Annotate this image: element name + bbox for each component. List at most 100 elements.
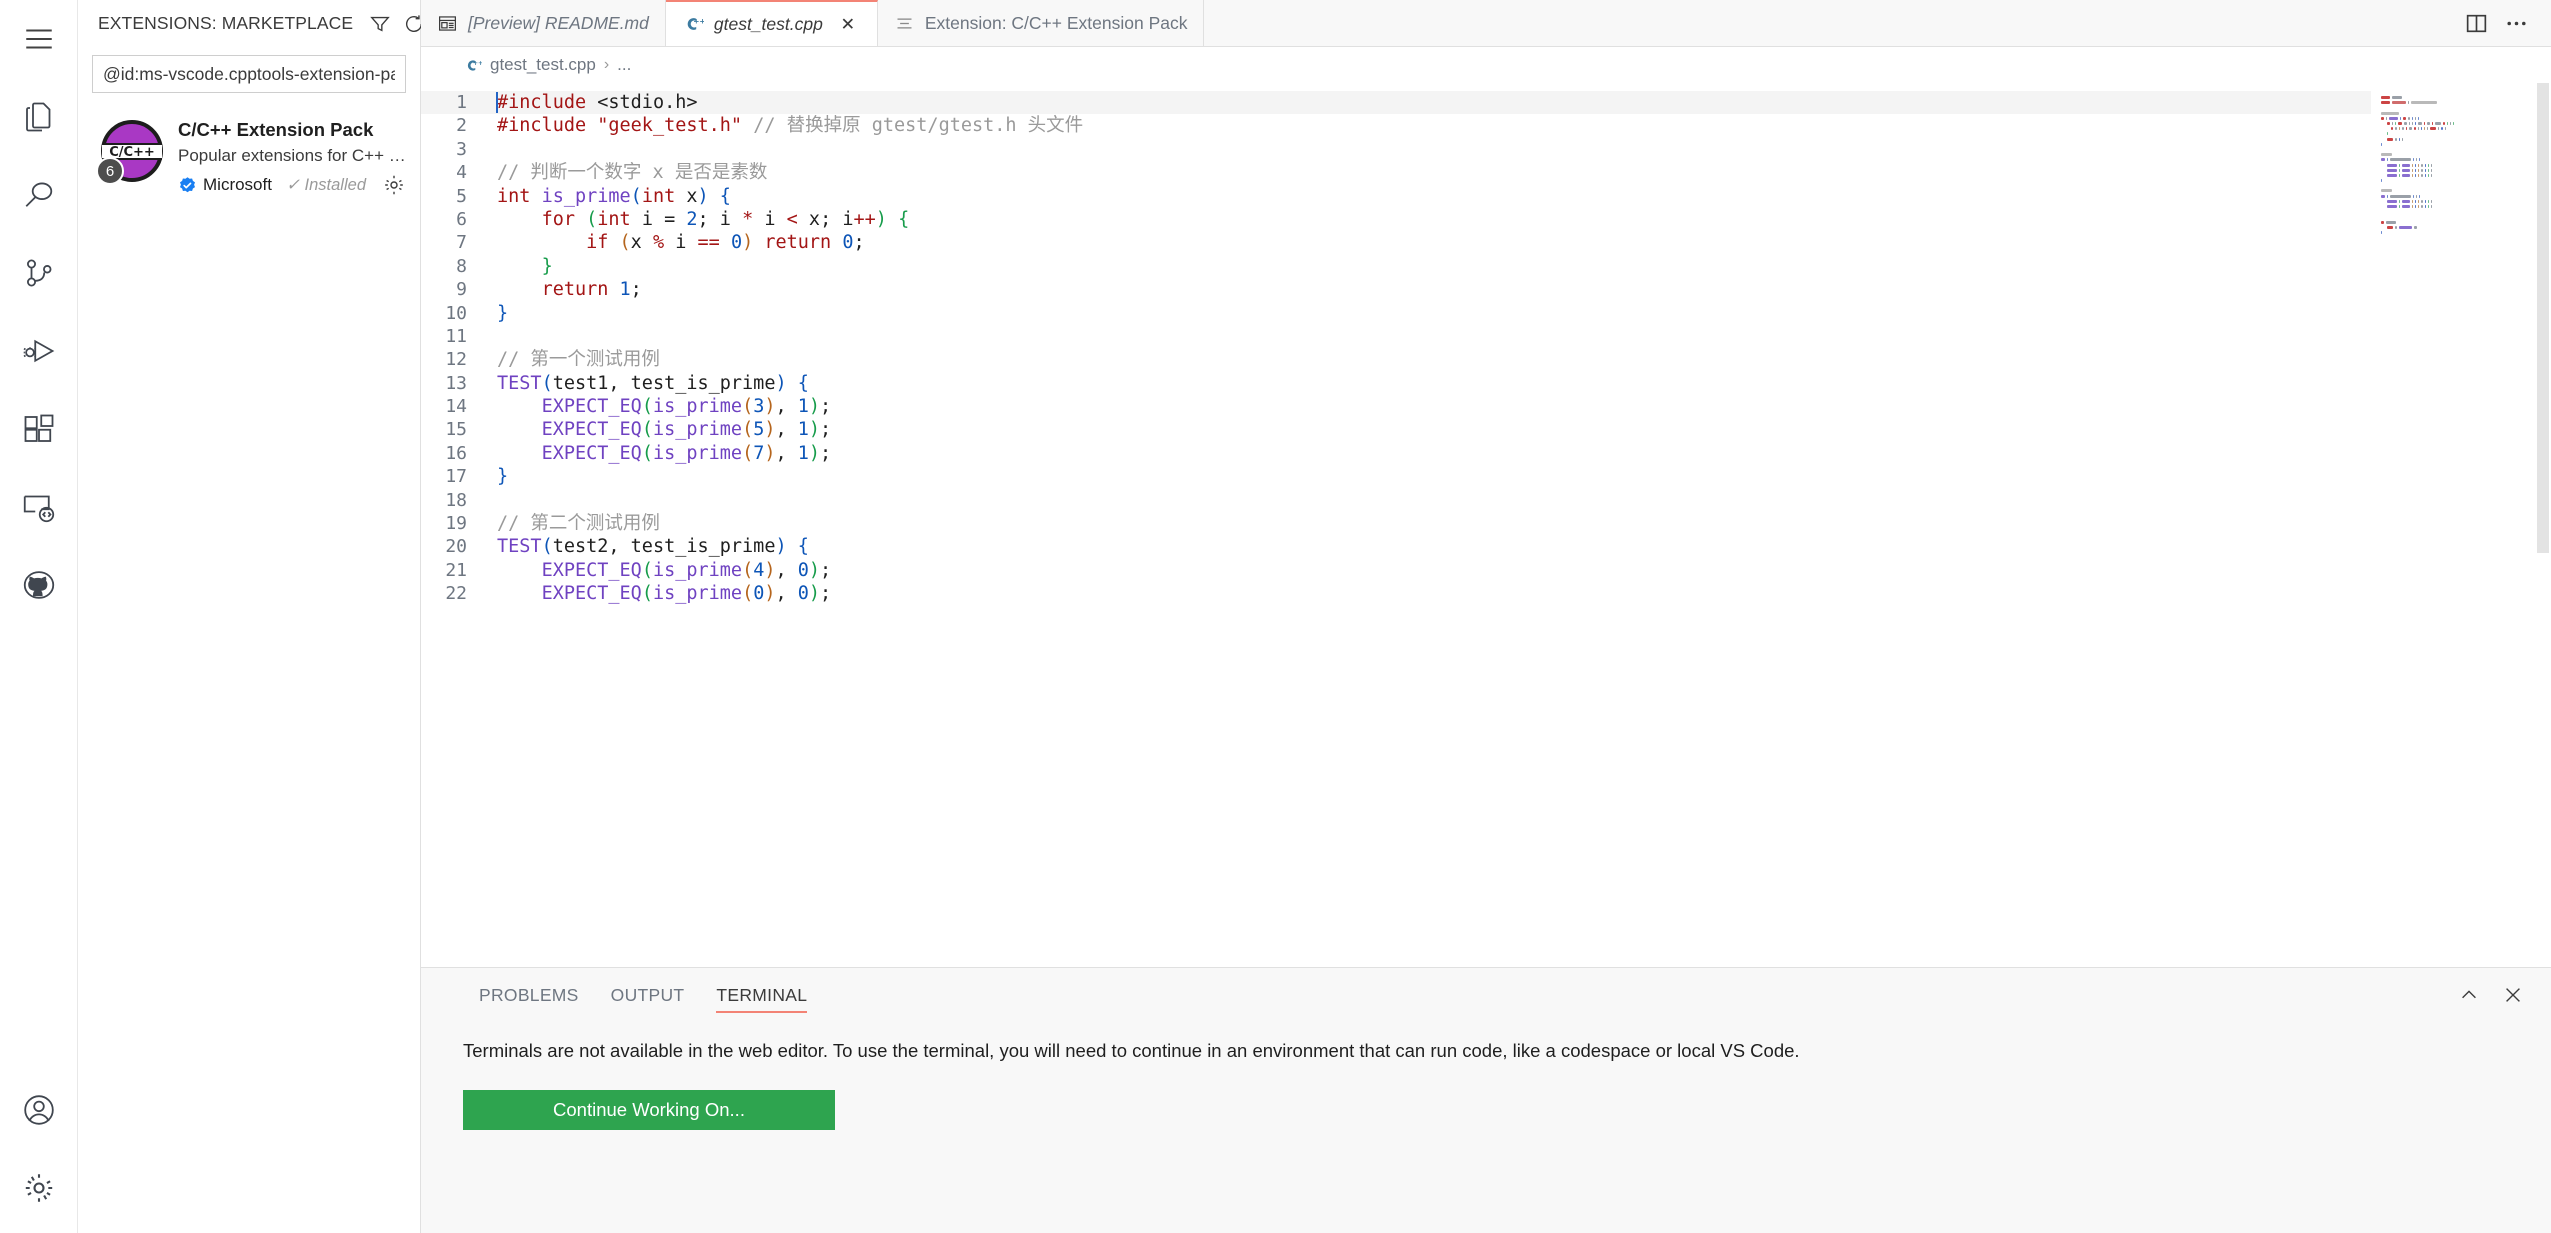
- code-token: [497, 279, 542, 300]
- code-line[interactable]: 15 EXPECT_EQ(is_prime(5), 1);: [421, 418, 2371, 441]
- more-actions-ellipsis-icon[interactable]: [2499, 6, 2533, 40]
- manage-extension-gear-icon[interactable]: [382, 173, 406, 197]
- code-lines[interactable]: 1#include <stdio.h>2#include "geek_test.…: [421, 83, 2371, 606]
- split-editor-icon[interactable]: [2459, 6, 2493, 40]
- svg-text:++: ++: [473, 60, 482, 67]
- minimap-segment: [2424, 122, 2425, 125]
- tab-extension-details[interactable]: Extension: C/C++ Extension Pack: [878, 0, 1205, 46]
- breadcrumb-overflow[interactable]: ...: [617, 55, 631, 75]
- line-content[interactable]: }: [489, 302, 508, 325]
- code-line[interactable]: 10}: [421, 302, 2371, 325]
- code-token: ): [809, 560, 820, 581]
- line-content[interactable]: EXPECT_EQ(is_prime(7), 1);: [489, 442, 831, 465]
- code-line[interactable]: 11: [421, 325, 2371, 348]
- code-line[interactable]: 5int is_prime(int x) {: [421, 185, 2371, 208]
- code-line[interactable]: 19// 第二个测试用例: [421, 512, 2371, 535]
- tab-problems[interactable]: PROBLEMS: [463, 968, 595, 1022]
- line-content[interactable]: // 第二个测试用例: [489, 512, 660, 535]
- code-token: [530, 186, 541, 207]
- line-content[interactable]: EXPECT_EQ(is_prime(4), 0);: [489, 559, 831, 582]
- code-token: 7: [753, 443, 764, 464]
- minimap-segment: [2381, 143, 2382, 146]
- source-control-icon[interactable]: [0, 234, 78, 312]
- line-content[interactable]: for (int i = 2; i * i < x; i++) {: [489, 208, 909, 231]
- filter-icon[interactable]: [365, 9, 395, 39]
- close-icon[interactable]: [2497, 979, 2529, 1011]
- code-line[interactable]: 2#include "geek_test.h" // 替换掉原 gtest/gt…: [421, 114, 2371, 137]
- line-content[interactable]: EXPECT_EQ(is_prime(3), 1);: [489, 395, 831, 418]
- continue-working-on-button[interactable]: Continue Working On...: [463, 1090, 835, 1130]
- line-content[interactable]: // 判断一个数字 x 是否是素数: [489, 161, 767, 184]
- extension-icon: C/C++ 6: [100, 119, 164, 183]
- search-icon[interactable]: [0, 156, 78, 234]
- code-editor-viewport[interactable]: 1#include <stdio.h>2#include "geek_test.…: [421, 83, 2371, 967]
- code-token: [675, 209, 686, 230]
- code-line[interactable]: 4// 判断一个数字 x 是否是素数: [421, 161, 2371, 184]
- code-token: [753, 232, 764, 253]
- menu-icon[interactable]: [0, 0, 78, 78]
- run-debug-icon[interactable]: [0, 312, 78, 390]
- tab-gtest-test-cpp[interactable]: ++ gtest_test.cpp ✕: [666, 0, 878, 46]
- line-content[interactable]: return 1;: [489, 278, 642, 301]
- line-content[interactable]: TEST(test1, test_is_prime) {: [489, 372, 809, 395]
- tab-terminal[interactable]: TERMINAL: [700, 968, 823, 1022]
- files-icon[interactable]: [0, 78, 78, 156]
- minimap[interactable]: [2371, 83, 2551, 967]
- minimap-segment: [2415, 205, 2416, 208]
- line-number: 21: [421, 559, 489, 582]
- code-token: ): [764, 583, 775, 604]
- line-content[interactable]: }: [489, 255, 553, 278]
- list-item[interactable]: C/C++ 6 C/C++ Extension Pack Popular ext…: [78, 115, 420, 197]
- scrollbar-thumb[interactable]: [2537, 83, 2549, 553]
- code-token: 1: [798, 443, 809, 464]
- code-line[interactable]: 1#include <stdio.h>: [421, 91, 2371, 114]
- code-line[interactable]: 3: [421, 138, 2371, 161]
- extensions-search-input[interactable]: [92, 55, 406, 93]
- code-line[interactable]: 14 EXPECT_EQ(is_prime(3), 1);: [421, 395, 2371, 418]
- account-icon[interactable]: [0, 1071, 78, 1149]
- code-line[interactable]: 20TEST(test2, test_is_prime) {: [421, 535, 2371, 558]
- code-token: ;: [631, 279, 642, 300]
- chevron-up-icon[interactable]: [2453, 979, 2485, 1011]
- code-line[interactable]: 21 EXPECT_EQ(is_prime(4), 0);: [421, 559, 2371, 582]
- code-line[interactable]: 9 return 1;: [421, 278, 2371, 301]
- line-content[interactable]: #include "geek_test.h" // 替换掉原 gtest/gte…: [489, 114, 1083, 137]
- code-token: 2: [686, 209, 697, 230]
- code-line[interactable]: 18: [421, 489, 2371, 512]
- line-content[interactable]: EXPECT_EQ(is_prime(5), 1);: [489, 418, 831, 441]
- code-line[interactable]: 13TEST(test1, test_is_prime) {: [421, 372, 2371, 395]
- line-content[interactable]: }: [489, 465, 508, 488]
- code-line[interactable]: 12// 第一个测试用例: [421, 348, 2371, 371]
- remote-explorer-icon[interactable]: [0, 468, 78, 546]
- minimap-segment: [2387, 138, 2393, 141]
- close-icon[interactable]: ✕: [835, 11, 861, 37]
- code-token: TEST: [497, 373, 542, 394]
- code-line[interactable]: 22 EXPECT_EQ(is_prime(0), 0);: [421, 582, 2371, 605]
- line-content[interactable]: if (x % i == 0) return 0;: [489, 231, 865, 254]
- editor-vertical-scrollbar[interactable]: [2535, 83, 2551, 967]
- line-content[interactable]: int is_prime(int x) {: [489, 185, 731, 208]
- line-content[interactable]: TEST(test2, test_is_prime) {: [489, 535, 809, 558]
- code-line[interactable]: 8 }: [421, 255, 2371, 278]
- code-line[interactable]: 17}: [421, 465, 2371, 488]
- minimap-segment: [2418, 164, 2419, 167]
- code-token: ;: [853, 232, 864, 253]
- code-token: [497, 443, 542, 464]
- gear-icon[interactable]: [0, 1149, 78, 1227]
- github-icon[interactable]: [0, 546, 78, 624]
- extension-results-list: C/C++ 6 C/C++ Extension Pack Popular ext…: [78, 93, 420, 197]
- minimap-segment: [2425, 205, 2426, 208]
- extensions-icon[interactable]: [0, 390, 78, 468]
- code-line[interactable]: 6 for (int i = 2; i * i < x; i++) {: [421, 208, 2371, 231]
- line-content[interactable]: // 第一个测试用例: [489, 348, 660, 371]
- breadcrumb-file[interactable]: ++ gtest_test.cpp: [463, 55, 596, 75]
- minimap-segment: [2381, 122, 2385, 125]
- code-line[interactable]: 16 EXPECT_EQ(is_prime(7), 1);: [421, 442, 2371, 465]
- tab-output[interactable]: OUTPUT: [595, 968, 701, 1022]
- tab-readme-preview[interactable]: [Preview] README.md: [421, 0, 666, 46]
- code-line[interactable]: 7 if (x % i == 0) return 0;: [421, 231, 2371, 254]
- line-content[interactable]: #include <stdio.h>: [489, 91, 698, 114]
- minimap-segment: [2412, 169, 2413, 172]
- line-content[interactable]: EXPECT_EQ(is_prime(0), 0);: [489, 582, 831, 605]
- code-token: (: [642, 560, 653, 581]
